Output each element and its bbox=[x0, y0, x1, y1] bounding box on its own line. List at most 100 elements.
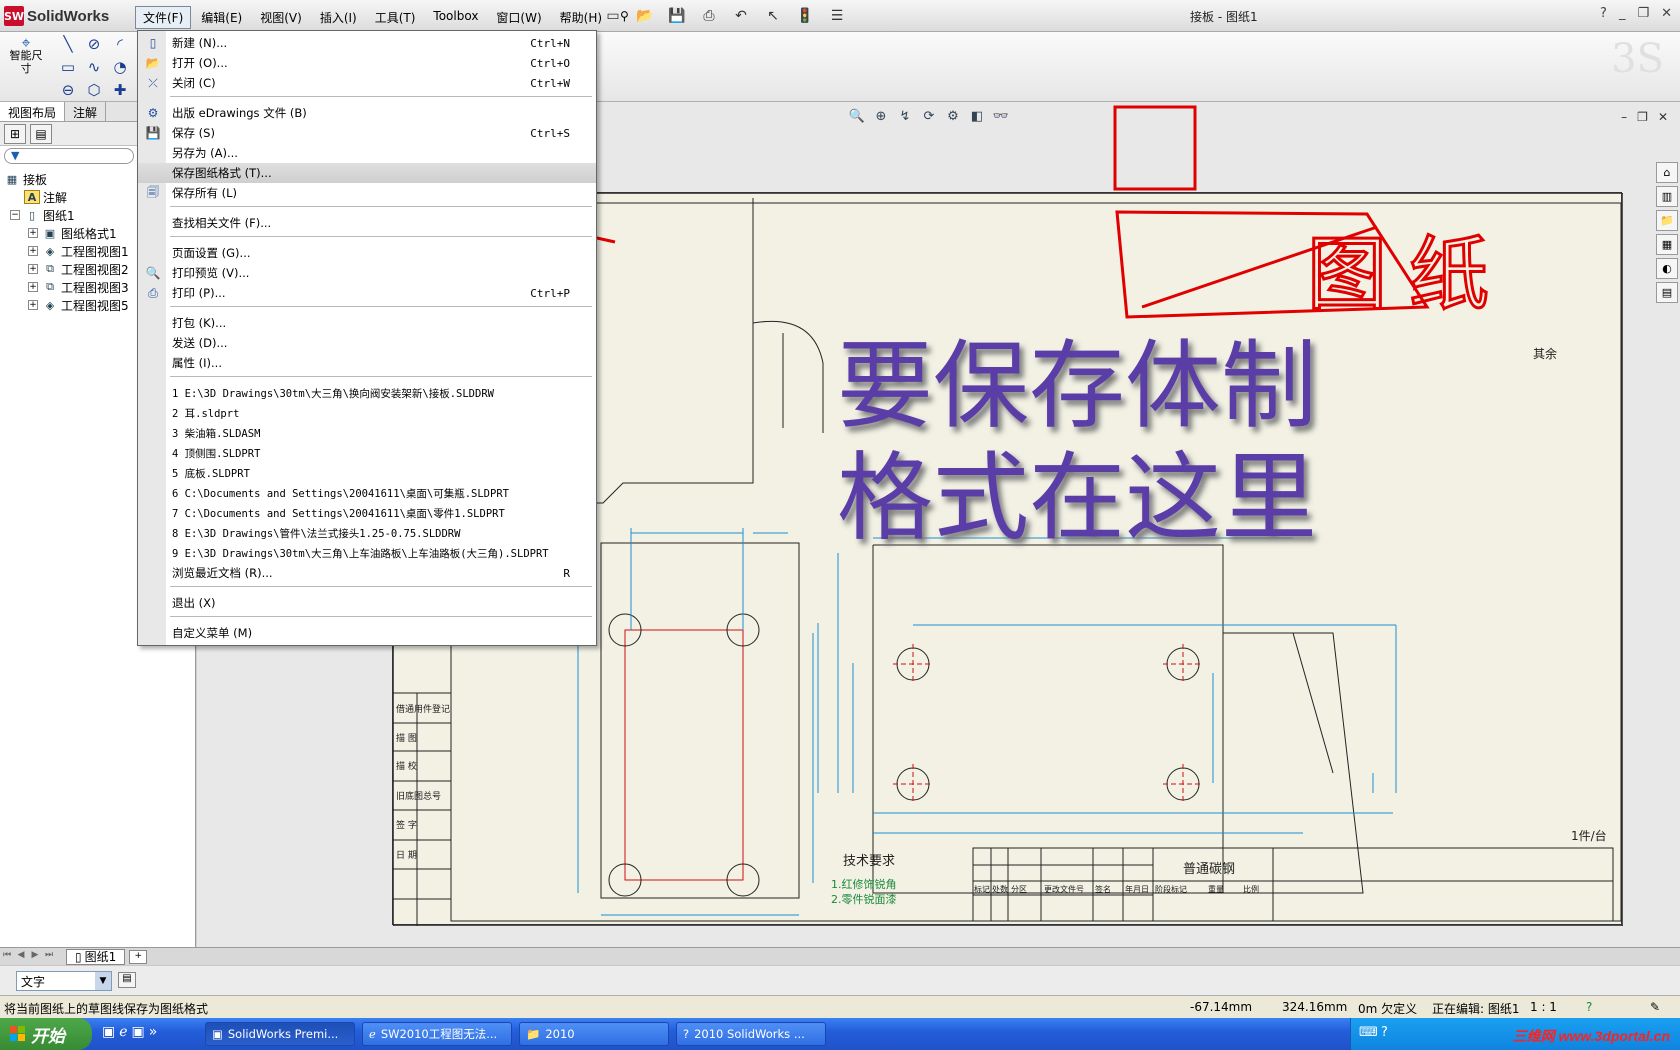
solidworks-logo[interactable]: SW SolidWorks bbox=[4, 5, 109, 27]
menu-item-print-preview[interactable]: 🔍 打印预览 (V)... bbox=[138, 263, 596, 283]
taskbar-button-help[interactable]: ? 2010 SolidWorks ... bbox=[676, 1022, 826, 1046]
expand-icon[interactable]: + bbox=[28, 282, 38, 292]
menu-item-recent-3[interactable]: 3 柴油箱.SLDASM bbox=[138, 423, 596, 443]
menu-item-new[interactable]: ▯ 新建 (N)... Ctrl+N bbox=[138, 33, 596, 53]
spline-icon[interactable]: ∿ bbox=[81, 55, 107, 78]
point-icon[interactable]: ✚ bbox=[107, 78, 133, 101]
menu-item-recent-4[interactable]: 4 顶侧围.SLDPRT bbox=[138, 443, 596, 463]
sheet-tab-1[interactable]: ▯ 图纸1 bbox=[66, 948, 126, 965]
menu-item-close[interactable]: ⤫ 关闭 (C) Ctrl+W bbox=[138, 73, 596, 93]
file-menu-dropdown: ▯ 新建 (N)... Ctrl+N 📂 打开 (O)... Ctrl+O ⤫ 关闭 (C… bbox=[137, 30, 597, 646]
menu-item-save-sheet-format[interactable]: 保存图纸格式 (T)... bbox=[138, 163, 596, 183]
slot-icon[interactable]: ◔ bbox=[107, 55, 133, 78]
save-icon[interactable]: 💾 bbox=[664, 5, 690, 27]
close-icon[interactable]: ✕ bbox=[1661, 6, 1672, 21]
menu-item-recent-8[interactable]: 8 E:\3D Drawings\管件\法兰式接头1.25-0.75.SLDDR… bbox=[138, 523, 596, 543]
smart-dimension-button[interactable]: ⌖ 智能尺寸 bbox=[6, 35, 46, 76]
keyboard-icon[interactable]: ⌨ bbox=[1359, 1025, 1378, 1040]
menu-item-save-all[interactable]: 🗐 保存所有 (L) bbox=[138, 183, 596, 203]
menu-item-print[interactable]: ⎙ 打印 (P)... Ctrl+P bbox=[138, 283, 596, 303]
menu-item-customize-menu[interactable]: 自定义菜单 (M) bbox=[138, 623, 596, 643]
app-launch-icon[interactable]: ▣ bbox=[132, 1024, 145, 1040]
menu-item-publish-edrawings[interactable]: ⚙ 出版 eDrawings 文件 (B) bbox=[138, 103, 596, 123]
help-status-icon[interactable]: ? bbox=[1586, 1000, 1592, 1014]
menu-item-save-as[interactable]: 另存为 (A)... bbox=[138, 143, 596, 163]
menu-item-recent-5[interactable]: 5 底板.SLDPRT bbox=[138, 463, 596, 483]
feature-tree-icon[interactable]: ⊞ bbox=[4, 124, 26, 144]
polygon-icon[interactable]: ⬡ bbox=[81, 78, 107, 101]
next-sheet-icon[interactable]: ▶ bbox=[28, 950, 42, 964]
tab-annotation[interactable]: 注解 bbox=[65, 102, 107, 121]
options-icon[interactable]: ☰ bbox=[824, 5, 850, 27]
menu-item-open[interactable]: 📂 打开 (O)... Ctrl+O bbox=[138, 53, 596, 73]
menu-view[interactable]: 视图(V) bbox=[252, 6, 310, 29]
circle-icon[interactable]: ⊘ bbox=[81, 32, 107, 55]
menu-separator bbox=[170, 236, 592, 237]
menu-item-recent-7[interactable]: 7 C:\Documents and Settings\20041611\桌面\… bbox=[138, 503, 596, 523]
expand-icon[interactable]: + bbox=[28, 246, 38, 256]
tab-view-layout[interactable]: 视图布局 bbox=[0, 102, 66, 121]
select-arrow-icon[interactable]: ↖ bbox=[760, 5, 786, 27]
menu-item-properties[interactable]: 属性 (I)... bbox=[138, 353, 596, 373]
open-folder-icon[interactable]: 📂 bbox=[632, 5, 658, 27]
menu-tools[interactable]: 工具(T) bbox=[367, 6, 424, 29]
expand-icon[interactable]: + bbox=[28, 228, 38, 238]
filter-input[interactable]: ▼ bbox=[4, 148, 134, 164]
help-tray-icon[interactable]: ? bbox=[1381, 1025, 1388, 1040]
menu-item-send[interactable]: 发送 (D)... bbox=[138, 333, 596, 353]
straight-slot-icon[interactable]: ⊖ bbox=[55, 78, 81, 101]
text-style-select[interactable]: 文字 ▼ bbox=[16, 971, 112, 991]
last-sheet-icon[interactable]: ⏭ bbox=[42, 950, 56, 964]
menu-item-exit[interactable]: 退出 (X) bbox=[138, 593, 596, 613]
menu-file[interactable]: 文件(F) bbox=[135, 6, 192, 29]
new-document-icon[interactable]: ▭ bbox=[600, 5, 626, 27]
taskbar-button-solidworks[interactable]: ▣ SolidWorks Premi... bbox=[205, 1022, 355, 1046]
more-launch-icon[interactable]: » bbox=[149, 1024, 158, 1040]
taskbar-button-folder[interactable]: 📁 2010 bbox=[519, 1022, 669, 1046]
prev-sheet-icon[interactable]: ◀ bbox=[14, 950, 28, 964]
menu-item-recent-6[interactable]: 6 C:\Documents and Settings\20041611\桌面\… bbox=[138, 483, 596, 503]
ie-icon: ℯ bbox=[369, 1027, 376, 1041]
menu-insert[interactable]: 插入(I) bbox=[312, 6, 365, 29]
ie-launch-icon[interactable]: ℯ bbox=[119, 1024, 127, 1040]
menu-item-pack-and-go[interactable]: 打包 (K)... bbox=[138, 313, 596, 333]
site-watermark: 三维网 www.3dportal.cn bbox=[1512, 1028, 1670, 1044]
print-icon[interactable]: ⎙ bbox=[696, 5, 722, 27]
start-button[interactable]: 开始 bbox=[0, 1018, 92, 1050]
menu-edit[interactable]: 编辑(E) bbox=[193, 6, 250, 29]
undo-icon[interactable]: ↶ bbox=[728, 5, 754, 27]
menu-toolbox[interactable]: Toolbox bbox=[425, 6, 486, 29]
expand-icon[interactable]: + bbox=[28, 264, 38, 274]
rebuild-status-icon[interactable]: ✎ bbox=[1650, 1000, 1660, 1014]
solidworks-launch-icon[interactable]: ▣ bbox=[102, 1024, 115, 1040]
expand-icon[interactable]: + bbox=[28, 300, 38, 310]
menu-item-page-setup[interactable]: 页面设置 (G)... bbox=[138, 243, 596, 263]
tree-node-label: 图纸格式1 bbox=[61, 226, 117, 241]
rebuild-icon[interactable]: 🚦 bbox=[792, 5, 818, 27]
add-sheet-icon[interactable]: + bbox=[129, 949, 148, 964]
rectangle-icon[interactable]: ▭ bbox=[55, 55, 81, 78]
minimize-icon[interactable]: _ bbox=[1619, 6, 1626, 21]
line-icon[interactable]: ╲ bbox=[55, 32, 81, 55]
help-icon[interactable]: ? bbox=[1600, 6, 1607, 21]
menu-item-find-references[interactable]: 查找相关文件 (F)... bbox=[138, 213, 596, 233]
property-manager-icon[interactable]: ▤ bbox=[30, 124, 52, 144]
menu-item-recent-1[interactable]: 1 E:\3D Drawings\30tm\大三角\换向阀安装架新\接板.SLD… bbox=[138, 383, 596, 403]
arc-icon[interactable]: ◜ bbox=[107, 32, 133, 55]
menu-item-recent-2[interactable]: 2 耳.sldprt bbox=[138, 403, 596, 423]
sw-logo-icon: SW bbox=[4, 6, 24, 26]
menu-item-browse-recent[interactable]: 浏览最近文档 (R)... R bbox=[138, 563, 596, 583]
menu-item-save[interactable]: 💾 保存 (S) Ctrl+S bbox=[138, 123, 596, 143]
taskbar-button-browser[interactable]: ℯ SW2010工程图无法... bbox=[362, 1022, 512, 1046]
menu-window[interactable]: 窗口(W) bbox=[488, 6, 549, 29]
restore-icon[interactable]: ❐ bbox=[1637, 6, 1649, 21]
menu-bar: 文件(F) 编辑(E) 视图(V) 插入(I) 工具(T) Toolbox 窗口… bbox=[135, 6, 639, 29]
chevron-down-icon: ▼ bbox=[95, 972, 111, 990]
layer-icon[interactable]: ▤ bbox=[118, 972, 136, 988]
menu-item-recent-9[interactable]: 9 E:\3D Drawings\30tm\大三角\上车油路板\上车油路板(大三… bbox=[138, 543, 596, 563]
first-sheet-icon[interactable]: ⏮ bbox=[0, 950, 14, 964]
tree-node-label: 接板 bbox=[23, 172, 48, 187]
folder-icon: 📁 bbox=[526, 1027, 541, 1041]
tree-node-label: 工程图视图1 bbox=[61, 244, 129, 259]
collapse-icon[interactable]: − bbox=[10, 210, 20, 220]
